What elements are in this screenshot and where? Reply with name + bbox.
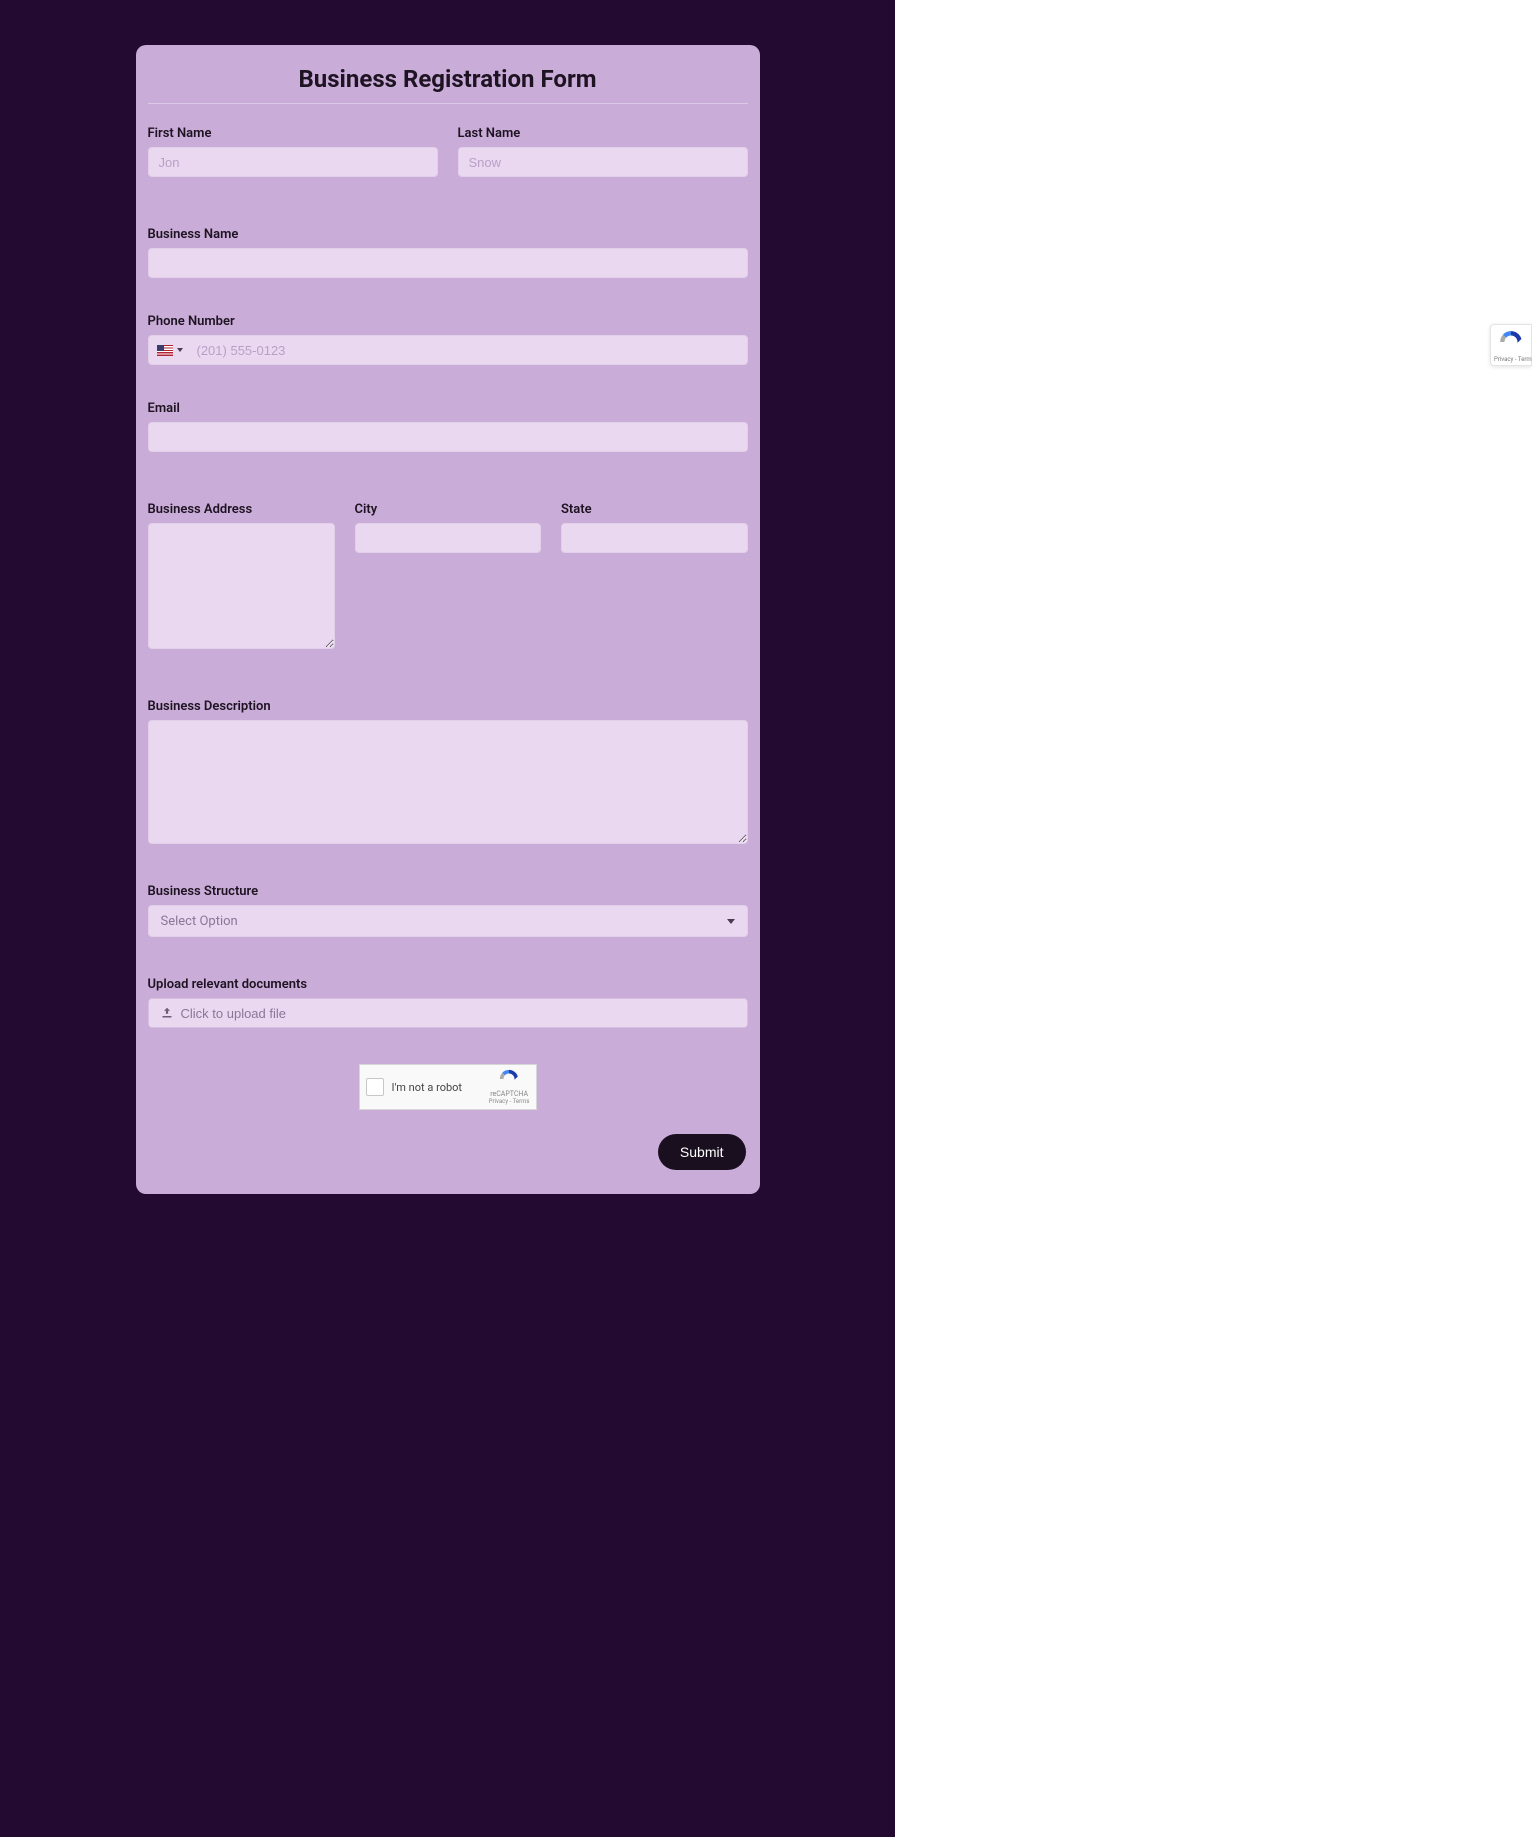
structure-select-value: Select Option	[161, 914, 238, 929]
business-name-row: Business Name	[148, 227, 748, 278]
last-name-label: Last Name	[458, 126, 748, 141]
last-name-input[interactable]	[458, 147, 748, 177]
phone-field: Phone Number	[148, 314, 748, 365]
upload-label: Upload relevant documents	[148, 977, 748, 992]
recaptcha-brand: reCAPTCHA Privacy - Terms	[489, 1068, 530, 1105]
business-name-input[interactable]	[148, 248, 748, 278]
city-label: City	[355, 502, 542, 517]
first-name-field: First Name	[148, 126, 438, 177]
state-input[interactable]	[561, 523, 748, 553]
city-field: City	[355, 502, 542, 649]
first-name-label: First Name	[148, 126, 438, 141]
phone-input-wrapper	[148, 335, 748, 365]
name-row: First Name Last Name	[148, 126, 748, 177]
structure-row: Business Structure Select Option	[148, 884, 748, 937]
address-row: Business Address City State	[148, 502, 748, 649]
business-address-field: Business Address	[148, 502, 335, 649]
description-field: Business Description	[148, 699, 748, 844]
last-name-field: Last Name	[458, 126, 748, 177]
submit-button[interactable]: Submit	[658, 1134, 746, 1170]
captcha-row: I'm not a robot reCAPTCHA Privacy - Term…	[148, 1064, 748, 1110]
description-input[interactable]	[148, 720, 748, 844]
recaptcha-text: I'm not a robot	[392, 1081, 481, 1094]
recaptcha-checkbox[interactable]	[366, 1078, 384, 1096]
email-label: Email	[148, 401, 748, 416]
upload-button[interactable]: Click to upload file	[148, 998, 748, 1028]
phone-label: Phone Number	[148, 314, 748, 329]
recaptcha-logo-icon	[498, 1068, 520, 1090]
recaptcha-logo-icon	[1494, 329, 1528, 355]
registration-form-card: Business Registration Form First Name La…	[136, 45, 760, 1194]
structure-select[interactable]: Select Option	[148, 905, 748, 937]
city-input[interactable]	[355, 523, 542, 553]
structure-label: Business Structure	[148, 884, 748, 899]
recaptcha-badge-links: Privacy - Terms	[1494, 356, 1528, 363]
dark-background: Business Registration Form First Name La…	[0, 0, 895, 1837]
upload-field: Upload relevant documents Click to uploa…	[148, 977, 748, 1028]
recaptcha-widget: I'm not a robot reCAPTCHA Privacy - Term…	[359, 1064, 537, 1110]
page: Business Registration Form First Name La…	[0, 0, 1532, 1837]
white-side: Privacy - Terms	[895, 0, 1532, 1837]
email-field: Email	[148, 401, 748, 452]
email-input[interactable]	[148, 422, 748, 452]
state-label: State	[561, 502, 748, 517]
chevron-down-icon	[727, 919, 735, 924]
state-field: State	[561, 502, 748, 649]
phone-country-select[interactable]	[149, 336, 189, 364]
recaptcha-links: Privacy - Terms	[489, 1099, 530, 1106]
business-address-input[interactable]	[148, 523, 335, 649]
form-title: Business Registration Form	[148, 61, 748, 104]
upload-button-label: Click to upload file	[181, 1006, 287, 1021]
email-row: Email	[148, 401, 748, 452]
business-name-label: Business Name	[148, 227, 748, 242]
phone-row: Phone Number	[148, 314, 748, 365]
first-name-input[interactable]	[148, 147, 438, 177]
flag-us-icon	[157, 345, 173, 356]
description-row: Business Description	[148, 699, 748, 844]
business-address-label: Business Address	[148, 502, 335, 517]
description-label: Business Description	[148, 699, 748, 714]
upload-icon	[161, 1007, 173, 1019]
chevron-down-icon	[177, 348, 183, 352]
phone-input[interactable]	[189, 336, 747, 364]
upload-row: Upload relevant documents Click to uploa…	[148, 977, 748, 1028]
structure-field: Business Structure Select Option	[148, 884, 748, 937]
submit-row: Submit	[148, 1134, 748, 1170]
business-name-field: Business Name	[148, 227, 748, 278]
recaptcha-floating-badge[interactable]: Privacy - Terms	[1490, 324, 1532, 366]
